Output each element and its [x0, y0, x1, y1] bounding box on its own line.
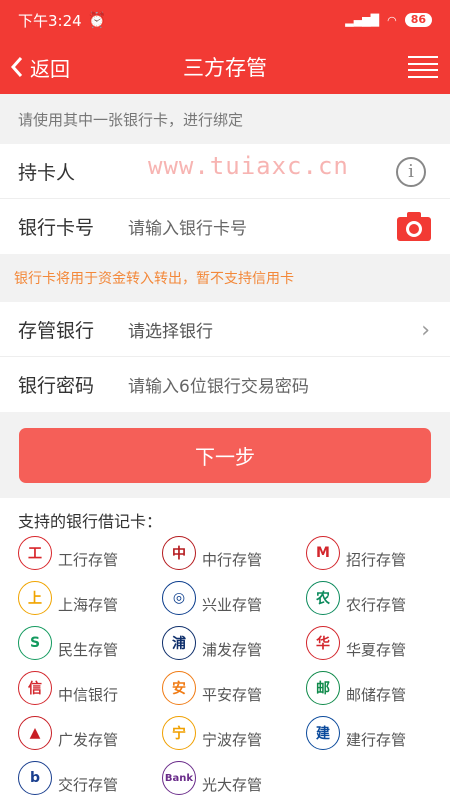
- bank-logo-icon: S: [18, 626, 52, 660]
- bank-logo-icon: 华: [306, 626, 340, 660]
- chevron-left-icon: [10, 57, 23, 77]
- bank-logo-icon: ▲: [18, 716, 52, 750]
- bank-name: 宁波存管: [202, 730, 263, 749]
- card-number-label: 银行卡号: [18, 217, 95, 239]
- card-form: 持卡人 www.tuiaxc.cn i 银行卡号 请输入银行卡号: [0, 144, 450, 254]
- bank-logo-icon: 上: [18, 581, 52, 615]
- bank-item: 建建行存管: [306, 716, 450, 750]
- banks-title: 支持的银行借记卡：: [18, 512, 163, 531]
- bank-item: 信中信银行: [18, 671, 162, 705]
- card-holder-label: 持卡人: [18, 161, 76, 184]
- bank-name: 平安存管: [202, 685, 263, 704]
- bank-item: 宁宁波存管: [162, 716, 306, 750]
- back-button[interactable]: 返回: [0, 53, 70, 82]
- card-number-row[interactable]: 银行卡号 请输入银行卡号: [0, 199, 450, 254]
- bank-name: 中行存管: [202, 550, 263, 569]
- nav-bar: 返回 三方存管: [0, 40, 450, 94]
- card-number-input[interactable]: 请输入银行卡号: [128, 214, 247, 239]
- bank-select[interactable]: 请选择银行: [128, 317, 213, 342]
- password-input[interactable]: 请输入6位银行交易密码: [128, 372, 309, 397]
- bank-logo-icon: M: [306, 536, 340, 570]
- back-label: 返回: [30, 56, 70, 81]
- bank-name: 兴业存管: [202, 595, 263, 614]
- credit-card-note: 银行卡将用于资金转入转出，暂不支持信用卡: [14, 271, 294, 287]
- bank-item: 上上海存管: [18, 581, 162, 615]
- chevron-right-icon: ›: [421, 318, 430, 343]
- bank-select-row[interactable]: 存管银行 请选择银行 ›: [0, 302, 450, 357]
- bank-item: 安平安存管: [162, 671, 306, 705]
- alarm-icon: ⏰: [87, 11, 107, 29]
- bank-item: 农农行存管: [306, 581, 450, 615]
- bank-name: 广发存管: [58, 730, 119, 749]
- bank-name: 交行存管: [58, 775, 119, 794]
- info-icon[interactable]: i: [396, 157, 426, 187]
- bank-name: 浦发存管: [202, 640, 263, 659]
- bank-name: 光大存管: [202, 775, 263, 794]
- bank-item: M 招行存管: [306, 536, 450, 570]
- bank-item: 华华夏存管: [306, 626, 450, 660]
- bank-logo-icon: 建: [306, 716, 340, 750]
- bank-logo-icon: b: [18, 761, 52, 795]
- password-label: 银行密码: [18, 375, 95, 397]
- bank-logo-icon: 浦: [162, 626, 196, 660]
- bank-name: 招行存管: [346, 550, 407, 569]
- bank-name: 民生存管: [58, 640, 119, 659]
- bank-logo-icon: ◎: [162, 581, 196, 615]
- bank-grid: 工工行存管中中行存管 M 招行存管上上海存管 ◎ 兴业存管农农行存管 S 民生存管浦浦发存管…: [0, 536, 450, 795]
- card-holder-row: 持卡人 www.tuiaxc.cn i: [0, 144, 450, 199]
- status-bar: 下午3:24 ⏰ ▂▄▆█ ◠ 86: [0, 0, 450, 40]
- bank-item: Bank 光大存管: [162, 761, 306, 795]
- status-time: 下午3:24: [18, 11, 82, 30]
- password-row[interactable]: 银行密码 请输入6位银行交易密码: [0, 357, 450, 412]
- wifi-icon: ◠: [387, 13, 397, 27]
- bank-logo-icon: 宁: [162, 716, 196, 750]
- bank-logo-icon: 农: [306, 581, 340, 615]
- bank-name: 邮储存管: [346, 685, 407, 704]
- bank-logo-icon: 邮: [306, 671, 340, 705]
- next-button[interactable]: 下一步: [19, 427, 431, 483]
- bank-item: b 交行存管: [18, 761, 162, 795]
- binding-hint: 请使用其中一张银行卡，进行绑定: [18, 110, 244, 129]
- bank-logo-icon: Bank: [162, 761, 196, 795]
- bank-logo-icon: 中: [162, 536, 196, 570]
- bank-item: 中中行存管: [162, 536, 306, 570]
- bank-item: 邮邮储存管: [306, 671, 450, 705]
- bank-name: 上海存管: [58, 595, 119, 614]
- bank-item: ◎ 兴业存管: [162, 581, 306, 615]
- signal-icon: ▂▄▆█: [345, 13, 380, 27]
- bank-name: 中信银行: [58, 685, 119, 704]
- watermark: www.tuiaxc.cn: [148, 152, 349, 180]
- bank-name: 建行存管: [346, 730, 407, 749]
- bank-logo-icon: 工: [18, 536, 52, 570]
- next-wrapper: 下一步: [0, 412, 450, 498]
- bank-item: 浦浦发存管: [162, 626, 306, 660]
- bank-logo-icon: 信: [18, 671, 52, 705]
- bank-form: 存管银行 请选择银行 › 银行密码 请输入6位银行交易密码: [0, 302, 450, 412]
- battery-indicator: 86: [404, 13, 432, 27]
- bank-name: 工行存管: [58, 550, 119, 569]
- bank-name: 农行存管: [346, 595, 407, 614]
- supported-banks: 支持的银行借记卡： 工工行存管中中行存管 M 招行存管上上海存管 ◎ 兴业存管农农行存管…: [0, 498, 450, 800]
- bank-logo-icon: 安: [162, 671, 196, 705]
- bank-label: 存管银行: [18, 319, 95, 342]
- bank-name: 华夏存管: [346, 640, 407, 659]
- bank-item: S 民生存管: [18, 626, 162, 660]
- menu-icon[interactable]: [408, 56, 438, 78]
- bank-item: ▲ 广发存管: [18, 716, 162, 750]
- camera-icon[interactable]: [396, 210, 432, 242]
- bank-item: 工工行存管: [18, 536, 162, 570]
